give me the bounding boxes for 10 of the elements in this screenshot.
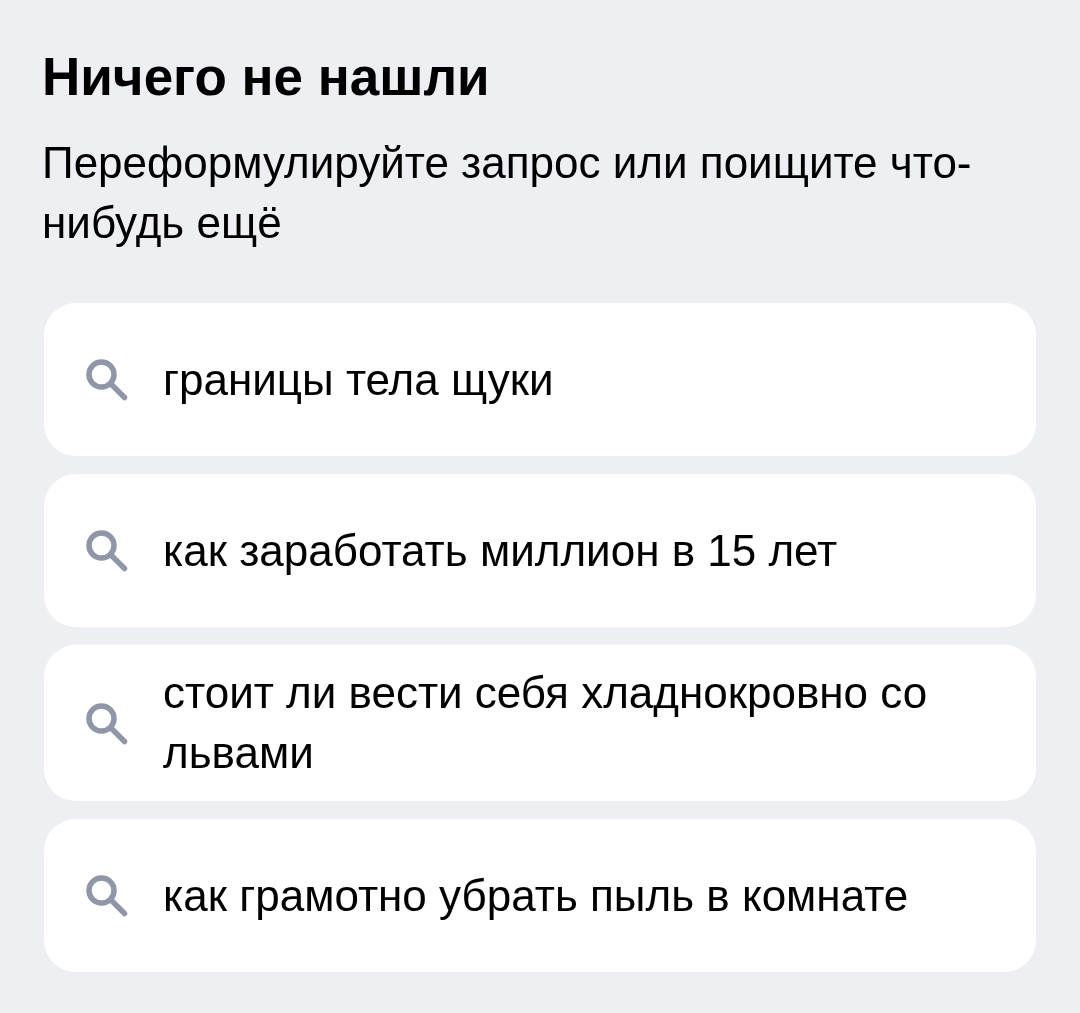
search-icon [85, 701, 128, 745]
subtitle-text: Переформулируйте запрос или поищите что-нибудь ещё [42, 137, 973, 249]
search-suggestion[interactable]: стоит ли вести себя хладнокровно со львами [44, 645, 1036, 801]
search-icon [85, 358, 128, 401]
search-icon [85, 529, 128, 572]
search-icon [85, 874, 128, 917]
search-suggestion[interactable]: как грамотно убрать пыль в комнате [44, 819, 1036, 972]
page-title: Ничего не нашли [42, 46, 490, 108]
search-suggestion[interactable]: как заработать миллион в 15 лет [44, 474, 1036, 627]
search-suggestion[interactable]: границы тела щуки [44, 303, 1036, 456]
